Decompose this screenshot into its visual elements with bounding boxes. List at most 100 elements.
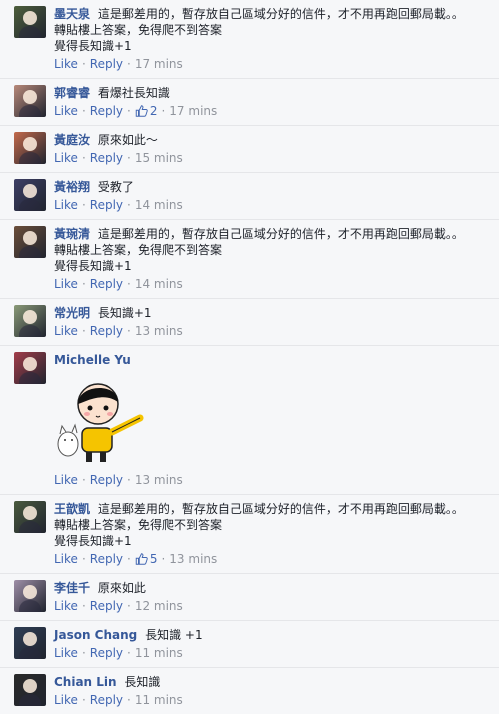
comment-line: 李佳千 原來如此 [54, 580, 489, 596]
avatar-torso [19, 152, 41, 164]
avatar[interactable] [14, 580, 46, 612]
avatar[interactable] [14, 6, 46, 38]
comment-item: 黃琬清 這是郵差用的，暫存放自己區域分好的信件，才不用再跑回郵局載。。 轉貼樓上… [0, 219, 499, 298]
reply-link[interactable]: Reply [90, 104, 123, 118]
comment-item: 黃庭汝 原來如此～ Like · Reply · 15 mins [0, 125, 499, 172]
reply-link[interactable]: Reply [90, 473, 123, 487]
avatar-head [23, 506, 37, 520]
likes-wrap: · 2 [123, 104, 157, 118]
comment-actions: Like · Reply · 11 mins [54, 692, 489, 708]
reply-link[interactable]: Reply [90, 693, 123, 707]
avatar-head [23, 679, 37, 693]
like-link[interactable]: Like [54, 552, 78, 566]
comment-actions: Like · Reply · 15 mins [54, 150, 489, 166]
timestamp[interactable]: 17 mins [169, 104, 217, 118]
avatar[interactable] [14, 85, 46, 117]
like-link[interactable]: Like [54, 473, 78, 487]
comment-actions: Like · Reply · 12 mins [54, 598, 489, 614]
commenter-name[interactable]: 李佳千 [54, 581, 90, 595]
avatar[interactable] [14, 501, 46, 533]
avatar[interactable] [14, 132, 46, 164]
avatar[interactable] [14, 627, 46, 659]
separator-dot: · [127, 104, 131, 118]
commenter-name[interactable]: 王歆凱 [54, 502, 90, 516]
like-link[interactable]: Like [54, 57, 78, 71]
timestamp[interactable]: 14 mins [135, 277, 183, 291]
like-link[interactable]: Like [54, 324, 78, 338]
comment-text: 原來如此～ [97, 133, 158, 147]
timestamp[interactable]: 14 mins [135, 198, 183, 212]
timestamp[interactable]: 17 mins [135, 57, 183, 71]
avatar-torso [19, 105, 41, 117]
avatar-head [23, 184, 37, 198]
separator-dot: · [81, 552, 86, 566]
commenter-name[interactable]: 黃琬清 [54, 227, 90, 241]
commenter-name[interactable]: Michelle Yu [54, 353, 131, 367]
commenter-name[interactable]: Chian Lin [54, 675, 117, 689]
like-link[interactable]: Like [54, 151, 78, 165]
like-link[interactable]: Like [54, 104, 78, 118]
reply-link[interactable]: Reply [90, 151, 123, 165]
commenter-name[interactable]: 常光明 [54, 306, 90, 320]
comment-actions: Like · Reply · 11 mins [54, 645, 489, 661]
separator-dot: · [161, 552, 166, 566]
comment-item: Chian Lin 長知識 Like · Reply · 11 mins [0, 667, 499, 714]
timestamp[interactable]: 13 mins [169, 552, 217, 566]
reply-link[interactable]: Reply [90, 198, 123, 212]
avatar[interactable] [14, 179, 46, 211]
reply-link[interactable]: Reply [90, 324, 123, 338]
avatar-torso [19, 199, 41, 211]
avatar[interactable] [14, 674, 46, 706]
reply-link[interactable]: Reply [90, 599, 123, 613]
comment-line: Jason Chang 長知識 +1 [54, 627, 489, 643]
commenter-name[interactable]: 郭睿睿 [54, 86, 90, 100]
timestamp[interactable]: 12 mins [135, 599, 183, 613]
comment-body: 郭睿睿 看爆社長知識 Like · Reply · 2 · 17 mins [54, 85, 489, 119]
avatar-head [23, 632, 37, 646]
comment-item: 郭睿睿 看爆社長知識 Like · Reply · 2 · 17 mins [0, 78, 499, 125]
thumbs-up-icon [135, 553, 148, 565]
reply-link[interactable]: Reply [90, 277, 123, 291]
comment-body: 常光明 長知識+1 Like · Reply · 13 mins [54, 305, 489, 339]
comment-item: 墨天泉 這是郵差用的，暫存放自己區域分好的信件，才不用再跑回郵局載。。 轉貼樓上… [0, 0, 499, 78]
like-link[interactable]: Like [54, 198, 78, 212]
timestamp[interactable]: 15 mins [135, 151, 183, 165]
comment-line: Chian Lin 長知識 [54, 674, 489, 690]
comment-body: Jason Chang 長知識 +1 Like · Reply · 11 mins [54, 627, 489, 661]
separator-dot: · [127, 57, 131, 71]
reply-link[interactable]: Reply [90, 57, 123, 71]
timestamp[interactable]: 11 mins [135, 693, 183, 707]
comment-actions: Like · Reply · 13 mins [54, 472, 489, 488]
commenter-name[interactable]: Jason Chang [54, 628, 137, 642]
avatar[interactable] [14, 305, 46, 337]
thumbs-up-icon [135, 105, 148, 117]
comment-actions: Like · Reply · 17 mins [54, 56, 489, 72]
avatar-torso [19, 694, 41, 706]
avatar-head [23, 310, 37, 324]
avatar[interactable] [14, 352, 46, 384]
timestamp[interactable]: 13 mins [135, 324, 183, 338]
comment-text: 原來如此 [97, 581, 146, 595]
avatar-head [23, 585, 37, 599]
like-link[interactable]: Like [54, 693, 78, 707]
reply-link[interactable]: Reply [90, 552, 123, 566]
comment-actions: Like · Reply · 2 · 17 mins [54, 103, 489, 119]
like-link[interactable]: Like [54, 599, 78, 613]
separator-dot: · [127, 552, 131, 566]
like-link[interactable]: Like [54, 277, 78, 291]
comment-body: 墨天泉 這是郵差用的，暫存放自己區域分好的信件，才不用再跑回郵局載。。 轉貼樓上… [54, 6, 489, 72]
comment-line: 郭睿睿 看爆社長知識 [54, 85, 489, 101]
like-count[interactable]: 5 [150, 552, 158, 566]
like-count[interactable]: 2 [150, 104, 158, 118]
commenter-name[interactable]: 黃裕翔 [54, 180, 90, 194]
comment-line: Michelle Yu [54, 352, 489, 368]
comment-text: 受教了 [97, 180, 134, 194]
timestamp[interactable]: 13 mins [135, 473, 183, 487]
commenter-name[interactable]: 墨天泉 [54, 7, 90, 21]
avatar-torso [19, 600, 41, 612]
comment-line: 黃琬清 這是郵差用的，暫存放自己區域分好的信件，才不用再跑回郵局載。。 轉貼樓上… [54, 226, 489, 274]
avatar[interactable] [14, 226, 46, 258]
commenter-name[interactable]: 黃庭汝 [54, 133, 90, 147]
comment-body: 李佳千 原來如此 Like · Reply · 12 mins [54, 580, 489, 614]
separator-dot: · [81, 693, 86, 707]
